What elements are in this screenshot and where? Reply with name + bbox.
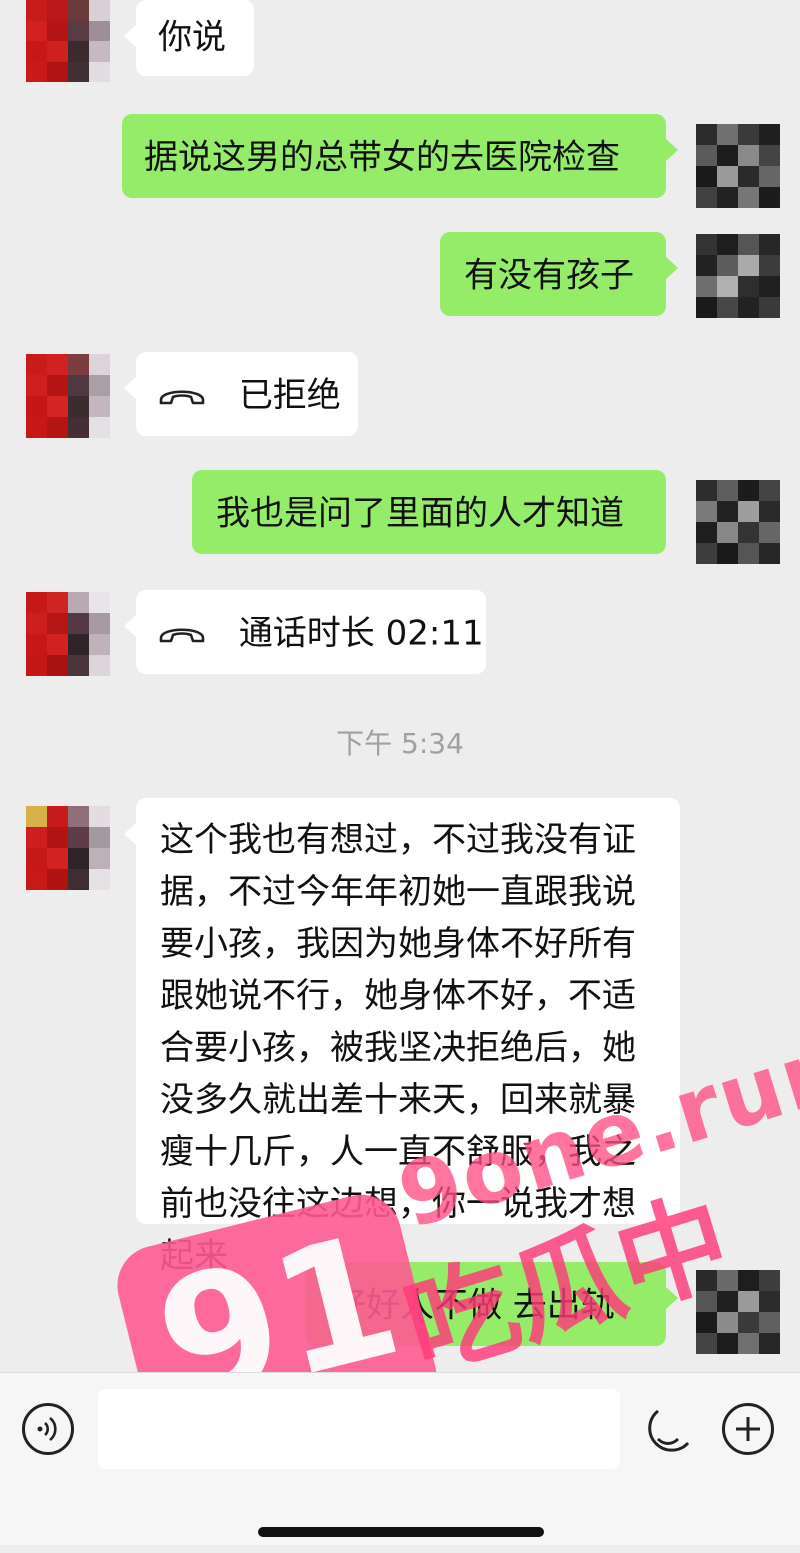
message-line: 跟她说不行，她身体不好，不适 xyxy=(160,976,636,1016)
message-line: 这个我也有想过，不过我没有证 xyxy=(160,820,636,860)
avatar[interactable] xyxy=(26,592,110,676)
home-indicator xyxy=(258,1527,544,1537)
input-toolbar xyxy=(0,1372,800,1545)
call-duration-text: 通话时长 02:11 xyxy=(238,613,484,654)
avatar[interactable] xyxy=(696,124,780,208)
call-record-bubble[interactable]: 通话时长 02:11 xyxy=(124,590,486,674)
plus-icon xyxy=(736,1417,760,1441)
emoji-icon xyxy=(648,1409,690,1452)
avatar[interactable] xyxy=(26,0,110,82)
message-text: 据说这男的总带女的去医院检查 xyxy=(144,137,620,178)
message-bubble[interactable]: 我也是问了里面的人才知道 xyxy=(192,470,666,554)
chat-timestamp: 下午 5:34 xyxy=(336,727,464,760)
avatar[interactable] xyxy=(696,234,780,318)
message-input[interactable] xyxy=(98,1389,620,1469)
message-text: 我也是问了里面的人才知道 xyxy=(216,493,624,534)
message-bubble[interactable]: 你说 xyxy=(124,0,254,76)
more-actions-button[interactable] xyxy=(722,1403,774,1455)
call-record-bubble[interactable]: 已拒绝 xyxy=(124,352,358,436)
message-line: 合要小孩，被我坚决拒绝后，她 xyxy=(160,1028,636,1068)
phone-hangup-icon xyxy=(159,627,205,642)
phone-hangup-icon xyxy=(159,389,205,404)
avatar[interactable] xyxy=(696,480,780,564)
message-text: 你说 xyxy=(158,17,226,58)
voice-input-button[interactable] xyxy=(22,1403,74,1455)
voice-icon xyxy=(37,1416,57,1442)
call-status-text: 已拒绝 xyxy=(238,375,341,416)
emoji-button[interactable] xyxy=(640,1401,696,1457)
avatar[interactable] xyxy=(26,806,110,890)
message-bubble[interactable]: 有没有孩子 xyxy=(440,232,678,316)
message-line: 要小孩，我因为她身体不好所有 xyxy=(160,924,636,964)
message-line: 据，不过今年年初她一直跟我说 xyxy=(160,872,636,912)
message-text: 有没有孩子 xyxy=(464,255,634,296)
message-bubble[interactable]: 据说这男的总带女的去医院检查 xyxy=(122,114,678,198)
avatar[interactable] xyxy=(26,354,110,438)
